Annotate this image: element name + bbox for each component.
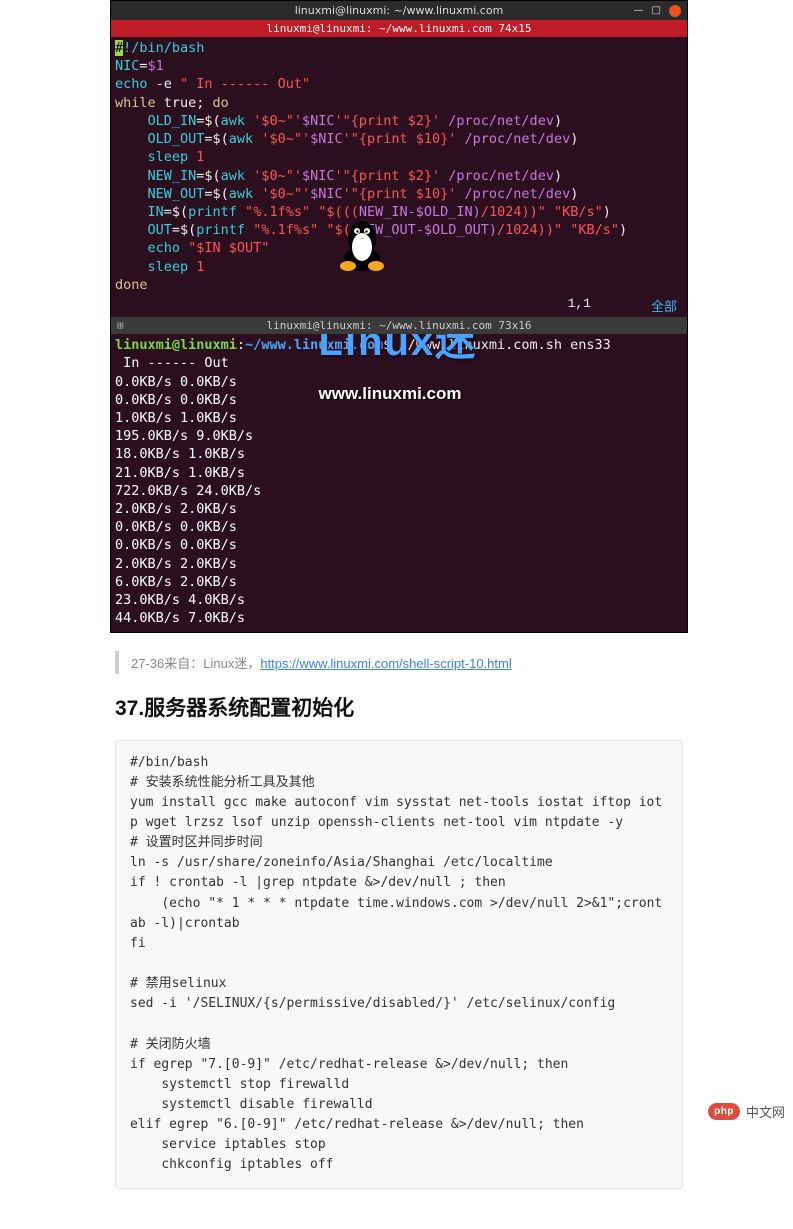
output-line: 2.0KB/s 2.0KB/s — [115, 556, 237, 572]
source-prefix: 27-36来自：Linux迷， — [131, 656, 260, 671]
shebang-rest: !/bin/bash — [123, 40, 204, 56]
var-nic: NIC — [115, 58, 139, 74]
output-line: 23.0KB/s 4.0KB/s — [115, 592, 245, 608]
terminal-tab-top[interactable]: linuxmi@linuxmi: ~/www.linuxmi.com 74x15 — [111, 20, 687, 37]
output-line: 0.0KB/s 0.0KB/s — [115, 392, 237, 408]
minimize-icon[interactable]: — — [634, 5, 644, 16]
window-title: linuxmi@linuxmi: ~/www.linuxmi.com — [295, 4, 504, 17]
prompt-command: $ ./www.linuxmi.com.sh ens33 — [383, 337, 611, 353]
done-kw: done — [115, 277, 148, 293]
source-attribution: 27-36来自：Linux迷，https://www.linuxmi.com/s… — [115, 651, 683, 674]
close-icon[interactable] — [669, 5, 681, 17]
vim-editor-pane: #!/bin/bash NIC=$1 echo -e " In ------ O… — [111, 37, 687, 296]
shebang-hash: # — [115, 40, 123, 56]
section-heading-37: 37.服务器系统配置初始化 — [115, 692, 683, 722]
prompt-path: ~/www.linuxmi.com — [245, 337, 383, 353]
maximize-icon[interactable]: □ — [652, 5, 661, 16]
output-line: 6.0KB/s 2.0KB/s — [115, 574, 237, 590]
terminal-tab-bottom[interactable]: linuxmi@linuxmi: ~/www.linuxmi.com 73x16 — [111, 317, 687, 334]
vim-status-line: 1,1 全部 — [111, 296, 687, 317]
output-line: 0.0KB/s 0.0KB/s — [115, 519, 237, 535]
shell-code-block: #/bin/bash # 安装系统性能分析工具及其他 yum install g… — [115, 740, 683, 1189]
output-line: In ------ Out — [115, 355, 229, 371]
output-line: 0.0KB/s 0.0KB/s — [115, 537, 237, 553]
output-line: 722.0KB/s 24.0KB/s — [115, 483, 261, 499]
prompt-user: linuxmi@linuxmi — [115, 337, 237, 353]
output-line: 44.0KB/s 7.0KB/s — [115, 610, 245, 626]
while-kw: while — [115, 95, 156, 111]
output-line: 21.0KB/s 1.0KB/s — [115, 465, 245, 481]
cursor-position: 1,1 — [568, 296, 591, 315]
page-watermark: php 中文网 — [708, 1102, 785, 1121]
window-controls: — □ — [634, 5, 681, 17]
output-line: 2.0KB/s 2.0KB/s — [115, 501, 237, 517]
terminal-window: linuxmi@linuxmi: ~/www.linuxmi.com — □ l… — [110, 0, 688, 633]
watermark-text: 中文网 — [746, 1102, 785, 1121]
terminal-output-pane: linuxmi@linuxmi:~/www.linuxmi.com$ ./www… — [111, 334, 687, 632]
output-line: 18.0KB/s 1.0KB/s — [115, 446, 245, 462]
output-line: 195.0KB/s 9.0KB/s — [115, 428, 253, 444]
php-badge: php — [708, 1103, 740, 1120]
window-titlebar: linuxmi@linuxmi: ~/www.linuxmi.com — □ — [111, 1, 687, 20]
output-line: 1.0KB/s 1.0KB/s — [115, 410, 237, 426]
source-link[interactable]: https://www.linuxmi.com/shell-script-10.… — [260, 656, 511, 671]
output-line: 0.0KB/s 0.0KB/s — [115, 374, 237, 390]
vim-all-label: 全部 — [651, 296, 677, 315]
echo-cmd: echo — [115, 76, 148, 92]
